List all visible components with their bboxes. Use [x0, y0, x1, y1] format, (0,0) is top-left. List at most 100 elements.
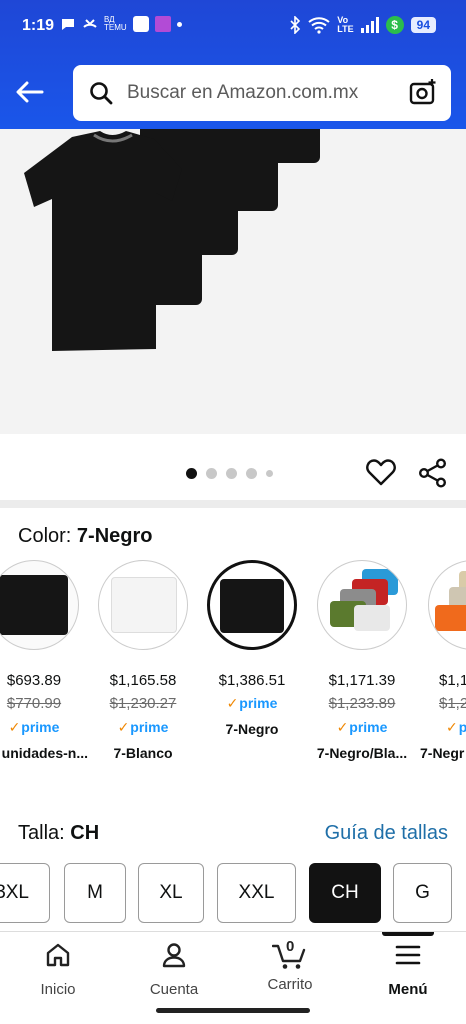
swatch-price: $1,386.51 — [218, 672, 286, 689]
color-label: Color: 7-Negro — [18, 525, 153, 548]
notification-icons: ВД TEMU — [60, 16, 182, 32]
swatch-image — [0, 560, 79, 650]
prime-check-icon: ✓ — [336, 719, 349, 735]
nav-home[interactable]: Inicio — [8, 942, 108, 998]
carousel-dot[interactable] — [266, 470, 273, 477]
system-icons: Vo LTE $ 94 — [289, 16, 436, 34]
prime-badge: ✓prime — [196, 695, 308, 713]
carousel-dot[interactable] — [246, 468, 257, 479]
prime-check-icon: ✓ — [117, 719, 130, 735]
selected-color: 7-Negro — [76, 525, 153, 547]
swatch-name: 7-Negr — [420, 745, 465, 761]
product-image[interactable] — [0, 129, 466, 434]
search-bar[interactable] — [73, 65, 451, 121]
nav-menu[interactable]: Menú — [358, 942, 458, 998]
color-swatches: $693.89 $770.99 ✓prime 7 unidades-n... $… — [0, 560, 466, 770]
bluetooth-icon — [290, 16, 301, 34]
size-guide-link[interactable]: Guía de tallas — [325, 822, 448, 845]
swatch-shirt — [220, 579, 284, 633]
size-option-m[interactable]: M — [64, 863, 126, 923]
top-header: 1:19 ВД TEMU Vo LTE $ 94 — [0, 0, 466, 129]
swatch-old-price: $1,233.89 — [328, 695, 396, 712]
search-input[interactable] — [127, 79, 397, 107]
menu-icon — [395, 945, 421, 965]
swatch-old-price: $1,2 — [439, 695, 466, 712]
nav-home-label: Inicio — [40, 981, 76, 998]
swatch-price: $1,171.39 — [328, 672, 396, 689]
size-option-xxl[interactable]: XXL — [217, 863, 296, 923]
swatch-shirt — [435, 605, 466, 631]
prime-badge: ✓prime — [87, 719, 199, 737]
swatch-shirt — [111, 577, 177, 633]
swatch-name: 7-Blanco — [113, 745, 173, 761]
nav-cart-label: Carrito — [267, 976, 313, 993]
color-swatch[interactable]: $1,165.58 $1,230.27 ✓prime 7-Blanco — [87, 560, 199, 761]
more-notifications-icon — [176, 21, 182, 27]
carousel-dot[interactable] — [186, 468, 197, 479]
product-shirt-image — [24, 131, 182, 351]
prime-label: prime — [349, 719, 388, 735]
app-icon-purple — [154, 16, 171, 32]
prime-check-icon: ✓ — [226, 695, 239, 711]
size-options: 3XL M XL XXL CH G — [0, 863, 466, 925]
active-tab-indicator — [382, 932, 434, 936]
status-time: 1:19 — [22, 17, 55, 34]
color-label-prefix: Color: — [18, 525, 72, 547]
prime-label: prime — [21, 719, 60, 735]
swatch-price: $1,165.58 — [109, 672, 177, 689]
prime-check-icon: ✓ — [8, 719, 21, 735]
arrow-left-icon — [16, 81, 44, 103]
dollar-icon: $ — [385, 16, 404, 34]
prime-label: prime — [130, 719, 169, 735]
color-swatch[interactable]: $1,1 $1,2 ✓p 7-Negr — [416, 560, 466, 761]
heart-icon[interactable] — [366, 458, 396, 486]
size-label-prefix: Talla: — [18, 822, 65, 844]
prime-badge: ✓prime — [306, 719, 418, 737]
prime-check-icon: ✓ — [446, 719, 458, 735]
swatch-name: 7-Negro/Bla... — [316, 745, 408, 761]
selected-size: CH — [70, 822, 100, 844]
volte-icon: Vo LTE — [337, 15, 354, 34]
size-option-xl[interactable]: XL — [138, 863, 204, 923]
carousel-dot[interactable] — [226, 468, 237, 479]
app-icon — [132, 16, 149, 32]
section-divider — [0, 500, 466, 508]
nav-menu-label: Menú — [388, 981, 428, 998]
size-option-g[interactable]: G — [393, 863, 452, 923]
swatch-price: $693.89 — [6, 672, 62, 689]
product-page: 1:19 ВД TEMU Vo LTE $ 94 Buscar en Amazo… — [0, 0, 466, 1024]
battery-icon: 94 — [410, 17, 436, 33]
signal-icon — [360, 17, 379, 33]
user-icon — [162, 943, 186, 968]
gesture-home-bar[interactable] — [156, 1008, 310, 1013]
cart-icon-wrap: 0 — [271, 938, 308, 970]
prime-label: p — [458, 719, 466, 735]
missed-call-icon — [83, 19, 97, 28]
wifi-icon — [308, 17, 330, 34]
color-swatch[interactable]: $1,171.39 $1,233.89 ✓prime 7-Negro/Bla..… — [306, 560, 418, 761]
nav-cart[interactable]: 0 Carrito — [240, 938, 340, 993]
color-swatch-selected[interactable]: $1,386.51 ✓prime 7-Negro — [196, 560, 308, 737]
share-icon[interactable] — [418, 458, 448, 488]
swatch-shirt — [0, 575, 68, 635]
swatch-shirt — [354, 605, 390, 631]
prime-badge: ✓prime — [0, 719, 90, 737]
nav-account-label: Cuenta — [149, 981, 199, 998]
carousel-dots[interactable] — [186, 468, 273, 479]
carousel-dot[interactable] — [206, 468, 217, 479]
size-option-ch[interactable]: CH — [309, 863, 381, 923]
swatch-old-price: $1,230.27 — [109, 695, 177, 712]
size-option-3xl[interactable]: 3XL — [0, 863, 50, 923]
color-swatch[interactable]: $693.89 $770.99 ✓prime 7 unidades-n... — [0, 560, 90, 761]
image-carousel-controls — [0, 444, 466, 500]
camera-search-icon[interactable] — [409, 78, 437, 106]
search-icon — [90, 82, 113, 105]
swatch-name: 7-Negro — [225, 721, 279, 737]
status-bar: 1:19 ВД TEMU Vo LTE $ 94 — [0, 0, 466, 54]
swatch-name: 7 unidades-n... — [0, 745, 88, 761]
chat-icon — [62, 19, 74, 30]
home-icon — [46, 943, 70, 967]
swatch-image — [207, 560, 297, 650]
nav-account[interactable]: Cuenta — [124, 942, 224, 998]
back-button[interactable] — [12, 74, 48, 110]
